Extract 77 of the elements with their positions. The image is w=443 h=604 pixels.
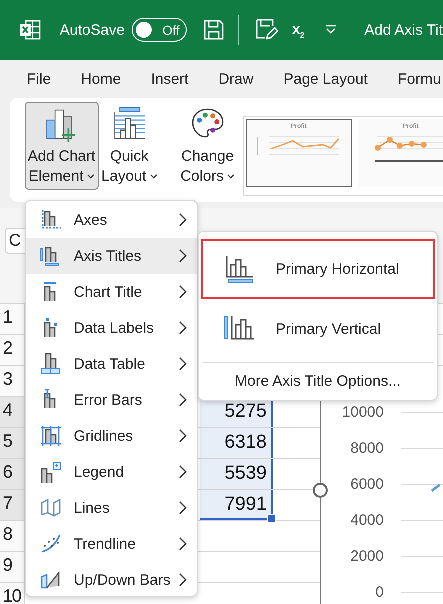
chart-element-icon <box>40 533 62 555</box>
row-number[interactable]: 10 <box>0 583 25 604</box>
chevron-right-icon <box>179 357 187 371</box>
chart-element-icon <box>40 245 62 267</box>
axis-label: 4000 <box>350 512 384 528</box>
row-number[interactable]: 1 <box>0 304 25 334</box>
menu-item[interactable]: Primary Horizontal <box>201 239 435 299</box>
chevron-right-icon <box>179 537 187 551</box>
chevron-down-icon <box>150 174 158 180</box>
chevron-right-icon <box>179 501 187 515</box>
axis-title-icon <box>224 254 254 284</box>
chart-element-icon <box>40 461 62 483</box>
menu-item[interactable]: Up/Down Bars <box>26 562 197 598</box>
ribbon-tab[interactable]: Home <box>81 66 122 92</box>
menu-item[interactable]: More Axis Title Options... <box>201 363 435 390</box>
table-cell[interactable]: 5539 <box>200 459 273 489</box>
menu-item[interactable]: Axes <box>26 202 197 238</box>
document-title: Add Axis Tit <box>364 22 443 38</box>
chevron-right-icon <box>179 429 187 443</box>
save-icon[interactable] <box>202 19 225 41</box>
spreadsheet-icon[interactable] <box>19 19 41 41</box>
form-edit-icon[interactable] <box>254 18 278 42</box>
chevron-right-icon <box>179 393 187 407</box>
autosave-label: AutoSave <box>60 22 125 38</box>
chevron-right-icon <box>179 213 187 227</box>
menu-item[interactable]: Primary Vertical <box>201 299 435 359</box>
row-number[interactable]: 9 <box>0 552 25 582</box>
chart-element-icon <box>40 569 62 591</box>
ribbon-button[interactable]: Add Chart Element <box>25 102 99 190</box>
ribbon-tab[interactable]: Page Layout <box>284 66 368 92</box>
chart-element-icon <box>40 353 62 375</box>
row-number[interactable]: 4 <box>0 397 25 427</box>
menu-item[interactable]: Lines <box>26 490 197 526</box>
menu-item[interactable]: Data Labels <box>26 310 197 346</box>
chevron-right-icon <box>179 321 187 335</box>
menu-item[interactable]: Data Table <box>26 346 197 382</box>
chevron-down-icon <box>226 174 235 180</box>
axis-label: 0 <box>374 584 384 600</box>
menu-item[interactable]: Trendline <box>26 526 197 562</box>
table-cell[interactable]: 7991 <box>200 490 273 520</box>
menu-item[interactable]: Legend <box>26 454 197 490</box>
chevron-right-icon <box>179 465 187 479</box>
row-number[interactable]: 7 <box>0 490 25 520</box>
axis-label: 6000 <box>350 476 384 492</box>
ribbon-tab[interactable]: Formu <box>398 66 442 92</box>
row-number[interactable]: 3 <box>0 366 25 396</box>
menu-item[interactable]: Axis Titles <box>26 238 197 274</box>
axis-label: 2000 <box>350 548 384 564</box>
ribbon-button[interactable]: Change Colors <box>178 102 238 190</box>
row-number[interactable]: 2 <box>0 335 25 365</box>
ribbon-tab[interactable]: Insert <box>151 66 189 92</box>
axis-label: 10000 <box>341 404 384 420</box>
row-number[interactable]: 8 <box>0 521 25 551</box>
fill-handle[interactable] <box>267 514 276 523</box>
row-number[interactable]: 5 <box>0 428 25 458</box>
chart-element-icon <box>40 209 62 231</box>
line-chart-drawing <box>374 136 443 162</box>
table-cell[interactable]: 6318 <box>200 428 273 458</box>
menu-item[interactable]: Gridlines <box>26 418 197 454</box>
axis-label: 8000 <box>350 440 384 456</box>
resize-handle[interactable] <box>313 483 328 498</box>
menu-item[interactable]: Error Bars <box>26 382 197 418</box>
data-line <box>431 484 441 492</box>
ribbon-tab[interactable]: File <box>27 66 52 92</box>
chevron-right-icon <box>179 573 187 587</box>
chevron-right-icon <box>179 249 187 263</box>
menu-item[interactable]: Chart Title <box>26 274 197 310</box>
subscript-button[interactable]: x$_{2}$ <box>292 20 305 40</box>
chart-element-icon <box>40 497 62 519</box>
chevron-right-icon <box>179 285 187 299</box>
autosave-toggle[interactable]: Off <box>132 18 187 42</box>
row-number[interactable]: 6 <box>0 459 25 489</box>
chevron-down-icon <box>86 174 95 180</box>
ribbon-tab[interactable]: Draw <box>218 66 254 92</box>
chevron-down-icon[interactable] <box>324 25 337 35</box>
chart-element-icon <box>40 425 62 447</box>
ribbon-button[interactable]: Quick Layout <box>98 102 161 190</box>
